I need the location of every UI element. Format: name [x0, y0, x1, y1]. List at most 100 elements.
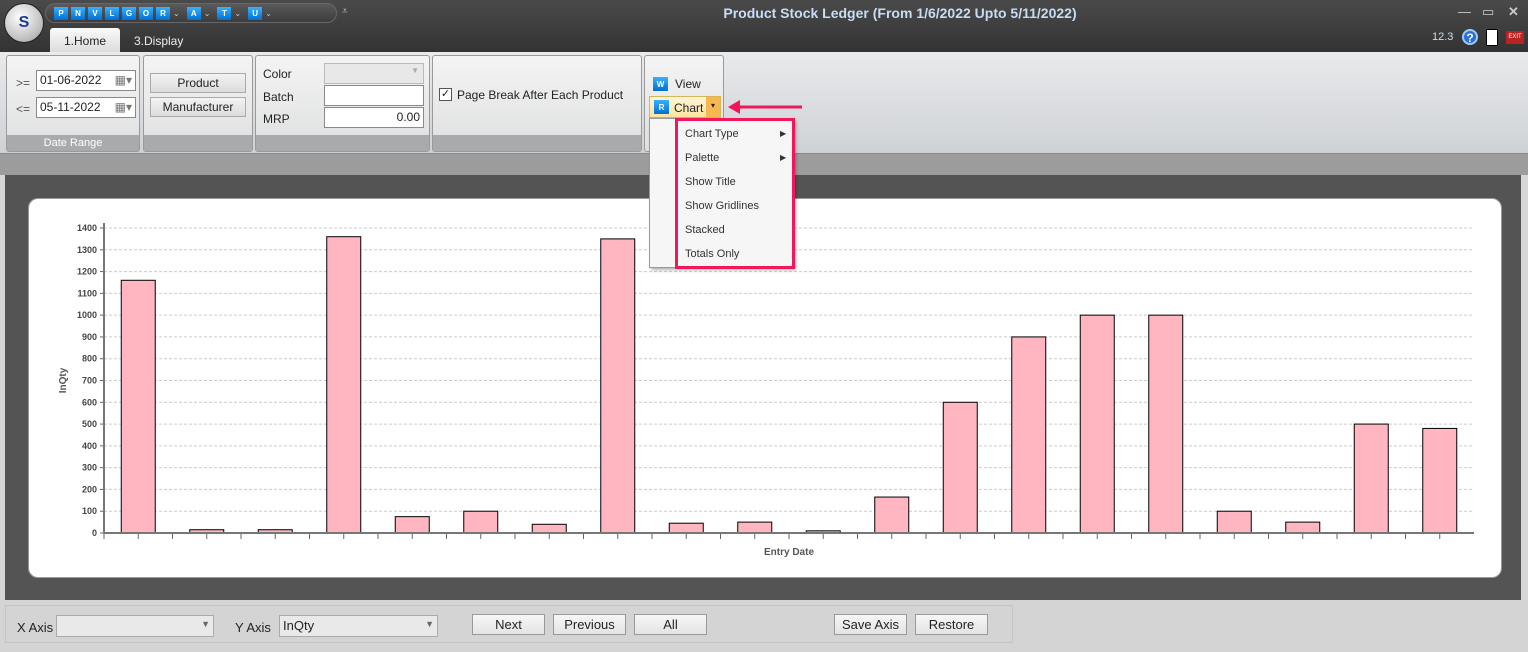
next-button[interactable]: Next	[472, 614, 545, 635]
bar	[600, 238, 636, 534]
quick-access-toolbar: P N V L G O R ⌄ A ⌄ T ⌄ U ⌄	[45, 3, 337, 23]
chevron-down-icon[interactable]: ⌄	[265, 9, 272, 18]
y-tick-label: 400	[82, 441, 97, 451]
bar	[1011, 336, 1047, 534]
chart-button[interactable]: R Chart ▾	[649, 96, 721, 118]
menu-item-show-title[interactable]: Show Title	[685, 176, 736, 188]
maximize-icon[interactable]: ▭	[1482, 4, 1494, 20]
menu-item-chart-type[interactable]: Chart Type	[685, 128, 739, 140]
bar	[874, 496, 910, 534]
bar	[1353, 423, 1389, 534]
color-select[interactable]: ▼	[324, 63, 424, 84]
submenu-arrow-icon: ▶	[780, 129, 787, 138]
menu-item-stacked[interactable]: Stacked	[685, 224, 725, 236]
quick-access-g-icon[interactable]: G	[122, 6, 136, 20]
quick-access-a-icon[interactable]: A	[186, 6, 201, 20]
page-break-checkbox[interactable]: ✓	[439, 88, 452, 101]
bar	[668, 522, 704, 534]
color-label: Color	[263, 67, 292, 81]
tab-display[interactable]: 3.Display	[120, 28, 197, 52]
y-tick-label: 1300	[77, 245, 97, 255]
chevron-down-icon[interactable]: ⌄	[173, 9, 180, 18]
version-label: 12.3	[1432, 31, 1454, 43]
quick-access-n-icon[interactable]: N	[71, 6, 85, 20]
y-tick-label: 100	[82, 506, 97, 516]
y-axis-label: Y Axis	[235, 620, 271, 635]
batch-label: Batch	[263, 90, 294, 104]
chevron-down-icon[interactable]: ⌄	[204, 9, 211, 18]
bar	[1422, 427, 1458, 534]
submenu-arrow-icon: ▶	[780, 153, 787, 162]
x-axis-title: Entry Date	[764, 547, 814, 558]
mrp-input[interactable]: 0.00	[324, 107, 424, 128]
annotation-arrow	[728, 100, 802, 114]
mrp-label: MRP	[263, 112, 290, 126]
tab-home[interactable]: 1.Home	[50, 28, 121, 52]
y-tick-label: 500	[82, 419, 97, 429]
quick-access-o-icon[interactable]: O	[139, 6, 153, 20]
y-tick-label: 200	[82, 484, 97, 494]
to-date-input[interactable]: 05-11-2022 ▦▾	[36, 97, 136, 118]
save-axis-button[interactable]: Save Axis	[834, 614, 907, 635]
document-icon[interactable]	[1486, 29, 1498, 46]
chevron-down-icon: ▼	[201, 619, 210, 629]
bar	[1079, 314, 1115, 534]
previous-button[interactable]: Previous	[553, 614, 626, 635]
view-icon: W	[653, 77, 668, 91]
from-operator: >=	[16, 76, 31, 90]
y-tick-label: 1100	[77, 288, 97, 298]
help-icon[interactable]: ?	[1462, 29, 1478, 45]
view-button[interactable]: View	[675, 77, 701, 91]
manufacturer-button[interactable]: Manufacturer	[150, 97, 246, 117]
exit-icon[interactable]: EXIT	[1506, 31, 1524, 44]
to-operator: <=	[16, 102, 31, 116]
quick-access-p-icon[interactable]: P	[54, 6, 68, 20]
bar	[1216, 510, 1252, 534]
bar	[394, 516, 430, 534]
chevron-down-icon[interactable]: ⌄	[234, 9, 241, 18]
quick-access-l-icon[interactable]: L	[105, 6, 119, 20]
y-tick-label: 1200	[77, 267, 97, 277]
filters-group: Color ▼ Batch MRP 0.00	[255, 55, 430, 152]
all-button[interactable]: All	[634, 614, 707, 635]
options-group: ✓ Page Break After Each Product	[432, 55, 642, 152]
y-tick-label: 600	[82, 397, 97, 407]
bar	[120, 279, 156, 534]
bar	[942, 401, 978, 534]
calendar-icon[interactable]: ▦▾	[115, 73, 132, 87]
menu-item-show-gridlines[interactable]: Show Gridlines	[685, 200, 759, 212]
page-break-label: Page Break After Each Product	[457, 88, 624, 102]
customize-toolbar-icon[interactable]: ⩡	[342, 6, 348, 17]
axis-control-bar: X Axis ▼ Y Axis InQty ▼ Next Previous All…	[0, 600, 1528, 652]
group-by-group: Product Manufacturer	[143, 55, 253, 152]
quick-access-u-icon[interactable]: U	[248, 6, 263, 20]
close-icon[interactable]: ✕	[1508, 4, 1519, 20]
quick-access-r-icon[interactable]: R	[156, 6, 170, 20]
bar	[531, 523, 567, 534]
minimize-icon[interactable]: —	[1458, 4, 1471, 19]
quick-access-v-icon[interactable]: V	[88, 6, 102, 20]
bar	[737, 521, 773, 534]
y-tick-label: 300	[82, 463, 97, 473]
calendar-icon[interactable]: ▦▾	[115, 100, 132, 114]
bar	[463, 510, 499, 534]
x-axis-select[interactable]: ▼	[56, 615, 214, 637]
group-caption: Date Range	[7, 135, 139, 151]
menu-item-totals-only[interactable]: Totals Only	[685, 248, 739, 260]
menu-item-palette[interactable]: Palette	[685, 152, 719, 164]
y-tick-label: 1000	[77, 310, 97, 320]
chevron-down-icon: ▼	[425, 619, 434, 629]
y-axis-select[interactable]: InQty ▼	[279, 615, 438, 637]
from-date-input[interactable]: 01-06-2022 ▦▾	[36, 70, 136, 91]
restore-button[interactable]: Restore	[915, 614, 988, 635]
app-logo[interactable]: S	[4, 3, 44, 43]
quick-access-t-icon[interactable]: T	[217, 6, 232, 20]
chevron-down-icon: ▼	[411, 66, 419, 75]
product-button[interactable]: Product	[150, 73, 246, 93]
bar	[326, 236, 362, 534]
chart-dropdown-arrow[interactable]: ▾	[706, 97, 720, 117]
chart-icon: R	[654, 100, 669, 114]
batch-input[interactable]	[324, 85, 424, 106]
x-axis-label: X Axis	[17, 620, 54, 635]
bar	[1285, 521, 1321, 534]
